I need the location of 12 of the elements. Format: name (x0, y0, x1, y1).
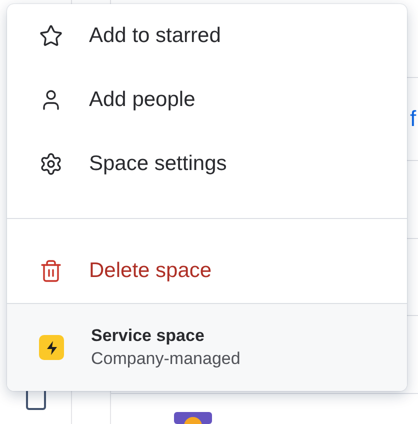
space-name: Service space (91, 326, 206, 346)
menu-item[interactable]: Add to starred (7, 4, 407, 68)
star-icon (39, 24, 63, 48)
settings-icon (39, 152, 63, 176)
menu-item[interactable]: Space settings (7, 132, 407, 196)
menu-item[interactable]: Delete space (7, 239, 407, 303)
table-link[interactable]: f (410, 106, 416, 132)
trash-icon (39, 259, 63, 283)
menu-item[interactable]: Add people (7, 68, 407, 132)
space-type: Company-managed (91, 349, 240, 369)
lightning-icon (39, 335, 64, 360)
avatar-icon (174, 412, 212, 424)
